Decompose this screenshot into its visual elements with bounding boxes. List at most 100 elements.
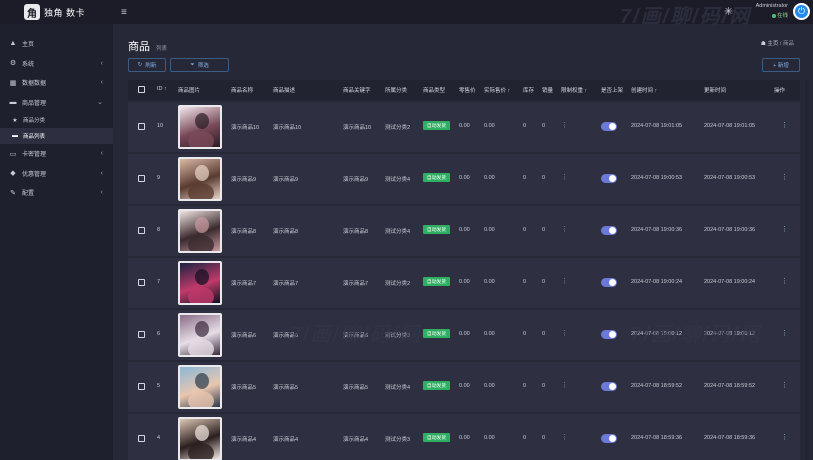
cell-updated: 2024-07-08 19:00:24 [704, 279, 756, 285]
row-checkbox[interactable] [138, 279, 145, 286]
sidebar-item-goods[interactable]: ▬ 商品管理 ⌄ [0, 93, 113, 113]
sidebar-item-label: 系统 [22, 61, 35, 68]
on-sale-toggle[interactable] [601, 330, 617, 339]
weight-dots-icon[interactable]: ⋮ [561, 381, 568, 389]
sidebar-subitem-label: 商品分类 [23, 118, 46, 124]
weight-dots-icon[interactable]: ⋮ [561, 121, 568, 129]
row-checkbox[interactable] [138, 123, 145, 130]
row-actions-icon[interactable]: ⋮ [781, 329, 788, 337]
sidebar-item-label: 商品管理 [22, 100, 47, 107]
row-actions-icon[interactable]: ⋮ [781, 225, 788, 233]
type-badge: 自动发货 [423, 329, 450, 338]
product-image[interactable] [178, 417, 222, 460]
cell-actual: 0.00 [484, 279, 495, 285]
cell-actual: 0.00 [484, 123, 495, 129]
add-button[interactable]: + 新增 [762, 58, 800, 72]
product-photo [188, 321, 214, 355]
sidebar-subitem-goods-list[interactable]: ▬ 商品列表 [0, 128, 113, 144]
sort-icon: ↑ [654, 88, 658, 94]
shopping-bag-icon: ▬ [9, 98, 17, 106]
settings-gear-icon[interactable]: ✳ [724, 5, 733, 18]
power-icon[interactable]: ⏻ [793, 3, 810, 20]
sidebar-item-home[interactable]: ▲ 主页 [0, 34, 113, 54]
on-sale-toggle[interactable] [601, 434, 617, 443]
col-created[interactable]: 创建时间 ↑ [631, 86, 657, 94]
type-badge: 自动发货 [423, 121, 450, 130]
row-actions-icon[interactable]: ⋮ [781, 173, 788, 181]
col-stock: 库存 [523, 88, 535, 94]
row-actions-icon[interactable]: ⋮ [781, 433, 788, 441]
weight-dots-icon[interactable]: ⋮ [561, 433, 568, 441]
col-sales: 销量 [542, 88, 554, 94]
col-on-sale: 是否上架 [601, 88, 624, 94]
sidebar-item-coupons[interactable]: ◆ 优惠管理 ‹ [0, 164, 113, 184]
on-sale-toggle[interactable] [601, 122, 617, 131]
on-sale-toggle[interactable] [601, 382, 617, 391]
cell-keyword: 演示商品9 [343, 177, 369, 183]
chevron-left-icon: ‹ [100, 169, 103, 177]
cell-retail: 0.00 [459, 435, 470, 441]
col-created-label: 创建时间 [631, 88, 654, 94]
cell-created: 2024-07-08 19:00:24 [631, 279, 683, 285]
weight-dots-icon[interactable]: ⋮ [561, 277, 568, 285]
on-sale-toggle[interactable] [601, 226, 617, 235]
on-sale-toggle[interactable] [601, 278, 617, 287]
cell-desc: 演示商品8 [273, 229, 299, 235]
on-sale-toggle[interactable] [601, 174, 617, 183]
product-image[interactable] [178, 313, 222, 357]
product-image[interactable] [178, 261, 222, 305]
cell-keyword: 演示商品7 [343, 281, 369, 287]
product-image[interactable] [178, 157, 222, 201]
vertical-scrollbar[interactable] [805, 80, 809, 460]
watermark: 7/画/聊/码/网 [630, 324, 762, 346]
sidebar-item-config[interactable]: ✎ 配置 ‹ [0, 183, 113, 203]
hamburger-icon[interactable]: ≡ [121, 7, 127, 18]
breadcrumb-home[interactable]: ☗ 主页 [761, 41, 778, 47]
weight-dots-icon[interactable]: ⋮ [561, 329, 568, 337]
row-actions-icon[interactable]: ⋮ [781, 277, 788, 285]
cell-stock: 0 [523, 383, 527, 389]
cell-sales: 0 [542, 279, 546, 285]
sidebar-subitem-category[interactable]: ★ 商品分类 [0, 112, 113, 128]
filter-button[interactable]: ⏷ 筛选 [170, 58, 229, 72]
row-checkbox[interactable] [138, 435, 145, 442]
row-actions-icon[interactable]: ⋮ [781, 121, 788, 129]
cell-id: 6 [157, 331, 161, 337]
col-weight-label: 限制权重 [561, 88, 584, 94]
logo[interactable]: 角 独角 数卡 [0, 0, 113, 24]
col-weight[interactable]: 限制权重 ↑ [561, 86, 587, 94]
breadcrumb-home-label: 主页 [767, 41, 779, 47]
col-keyword: 商品关键字 [343, 88, 371, 94]
product-image[interactable] [178, 105, 222, 149]
sidebar-item-cards[interactable]: ▭ 卡密管理 ‹ [0, 144, 113, 164]
cell-actual: 0.00 [484, 331, 495, 337]
cell-category: 测试分类4 [385, 229, 411, 235]
row-actions-icon[interactable]: ⋮ [781, 381, 788, 389]
cell-sales: 0 [542, 123, 546, 129]
weight-dots-icon[interactable]: ⋮ [561, 173, 568, 181]
table-row: 4 演示商品4 演示商品4 演示商品4 测试分类3 自动发货 0.00 0.00 0 0 ⋮ 202… [128, 414, 800, 460]
user-menu[interactable]: Administrator 在线 [744, 3, 788, 19]
type-badge: 自动发货 [423, 277, 450, 286]
col-actual[interactable]: 实际售价 ↑ [484, 86, 510, 94]
sidebar-item-system[interactable]: ⚙ 系统 ‹ [0, 54, 113, 74]
goods-table: ID ↑ 商品图片 商品名称 商品描述 商品关键字 所属分类 商品类型 零售价 … [128, 80, 800, 460]
sidebar-item-label: 主页 [22, 42, 35, 49]
weight-dots-icon[interactable]: ⋮ [561, 225, 568, 233]
row-checkbox[interactable] [138, 175, 145, 182]
row-checkbox[interactable] [138, 383, 145, 390]
sort-icon: ↑ [507, 88, 511, 94]
col-id[interactable]: ID ↑ [157, 86, 167, 92]
product-image[interactable] [178, 209, 222, 253]
chevron-left-icon: ‹ [100, 189, 103, 197]
row-checkbox[interactable] [138, 331, 145, 338]
cell-sales: 0 [542, 227, 546, 233]
product-image[interactable] [178, 365, 222, 409]
product-photo [188, 425, 214, 459]
cell-desc: 演示商品4 [273, 437, 299, 443]
row-checkbox[interactable] [138, 227, 145, 234]
refresh-button[interactable]: ↻ 刷新 [128, 58, 166, 72]
select-all-checkbox[interactable] [138, 86, 145, 93]
sidebar-item-data[interactable]: ▦ 数据数据 ‹ [0, 73, 113, 93]
cell-desc: 演示商品7 [273, 281, 299, 287]
